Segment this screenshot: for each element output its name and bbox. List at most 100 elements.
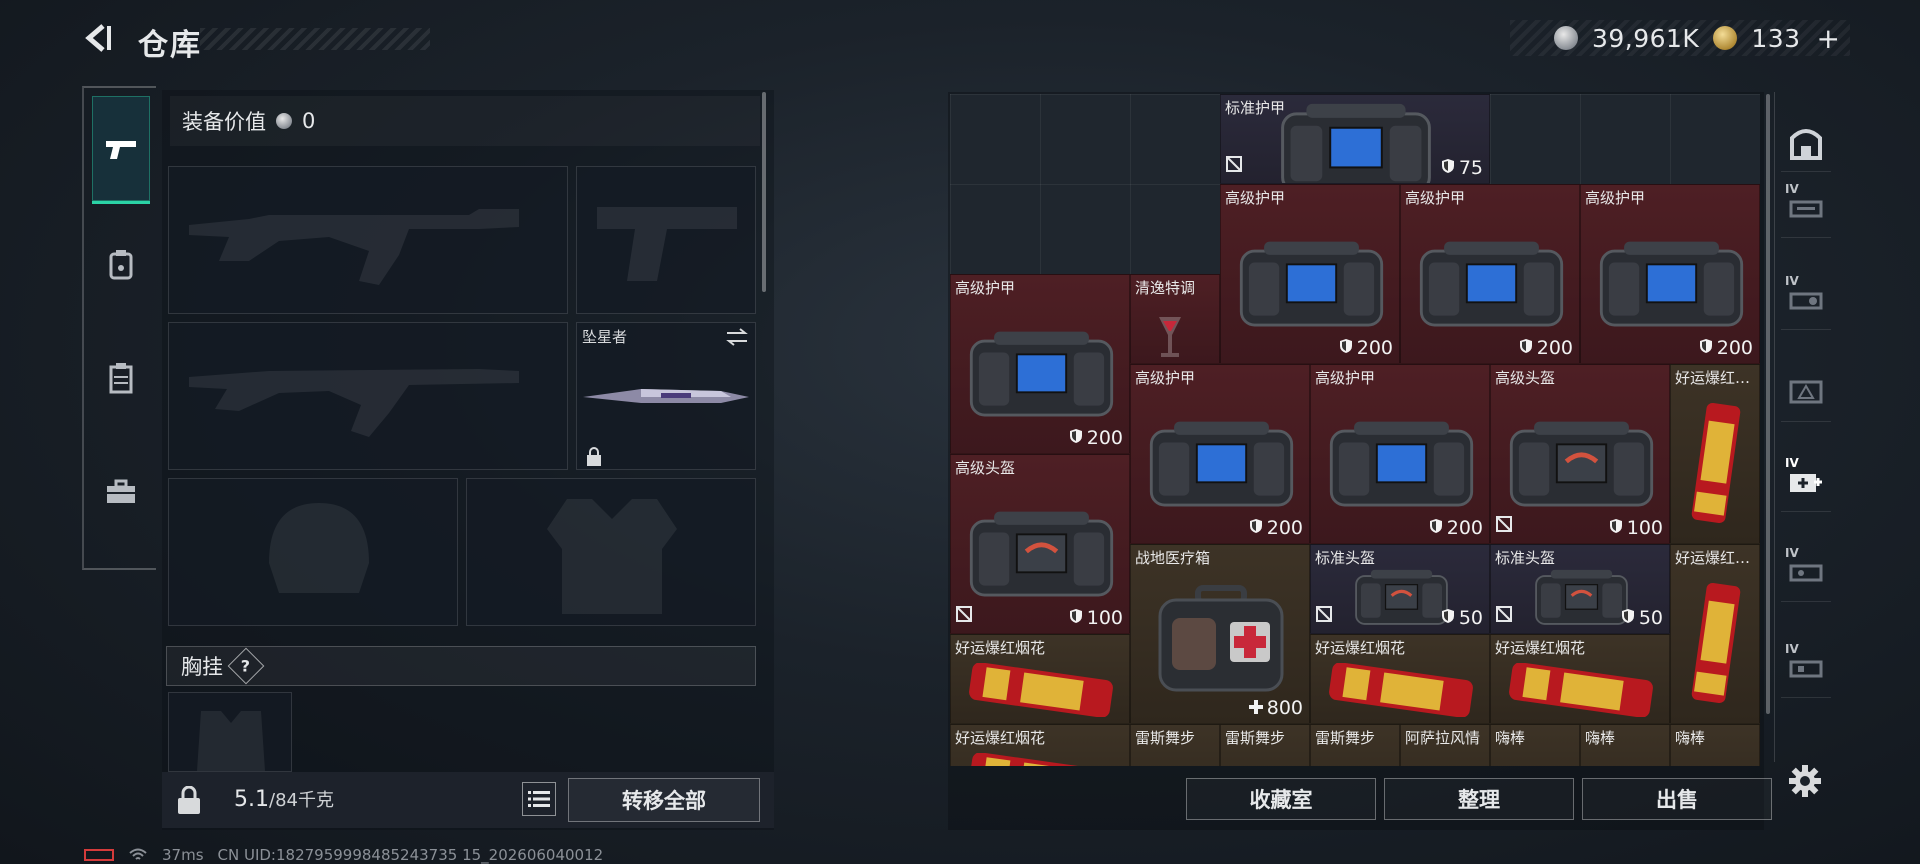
inventory-item[interactable]: 好运爆红… [1670, 364, 1760, 544]
settings-gear-icon[interactable] [1788, 764, 1822, 798]
inventory-item[interactable]: 高级护甲 200 [1400, 184, 1580, 364]
item-name: 雷斯舞步 [1315, 729, 1376, 747]
item-value: 100 [1609, 517, 1663, 539]
chest-rig-slot[interactable] [168, 692, 292, 772]
secondary-rifle-slot[interactable] [168, 322, 568, 470]
tier-badge: IV [1785, 182, 1799, 196]
storage-tab-2[interactable]: IV [1781, 178, 1831, 238]
silver-coin-icon [276, 113, 292, 129]
item-name: 嗨棒 [1495, 729, 1526, 747]
inventory-item[interactable]: 战地医疗箱 800 [1130, 544, 1310, 724]
shield-icon [1519, 337, 1533, 359]
inventory-item[interactable]: 清逸特调 [1130, 274, 1220, 364]
item-name: 好运爆红烟花 [1315, 639, 1406, 657]
inventory-item[interactable]: 标准头盔 50 [1310, 544, 1490, 634]
inventory-item[interactable]: 标准护甲 75 [1220, 94, 1490, 184]
inventory-item[interactable]: 高级护甲 200 [1580, 184, 1760, 364]
inventory-item[interactable]: 高级头盔 100 [1490, 364, 1670, 544]
sell-button[interactable]: 出售 [1582, 778, 1772, 820]
silver-currency-value: 39,961K [1591, 23, 1700, 53]
backpack-lock-button[interactable] [166, 778, 212, 824]
storage-tab-7[interactable]: IV [1781, 638, 1831, 698]
storage-tab-4[interactable] [1781, 362, 1831, 422]
page-title: 仓库 [138, 28, 202, 63]
no-insure-icon [1495, 515, 1513, 537]
add-currency-button[interactable]: + [1817, 22, 1840, 55]
category-gear-tab[interactable] [92, 324, 150, 432]
inventory-item[interactable]: 好运爆红… [1670, 544, 1760, 724]
firework-icon [1691, 402, 1741, 524]
storage-tab-medical[interactable]: IV [1781, 452, 1831, 512]
item-name: 战地医疗箱 [1135, 549, 1211, 567]
list-view-button[interactable] [522, 782, 556, 816]
armor-bag-icon [1149, 421, 1293, 507]
cross-icon [1248, 697, 1263, 719]
item-value: 75 [1441, 157, 1483, 179]
category-weapons-tab[interactable] [92, 96, 150, 204]
inventory-item[interactable]: 雷斯舞步 [1220, 724, 1310, 766]
item-value-text: 200 [1446, 517, 1483, 539]
cocktail-icon [1335, 765, 1365, 766]
inventory-item[interactable]: 高级护甲 200 [1220, 184, 1400, 364]
item-name: 雷斯舞步 [1135, 729, 1196, 747]
collection-room-button[interactable]: 收藏室 [1186, 778, 1376, 820]
inventory-item[interactable]: 高级护甲 200 [1310, 364, 1490, 544]
armor-bag-icon [1599, 241, 1743, 327]
swap-icon[interactable] [725, 327, 749, 347]
inventory-scrollbar[interactable] [1766, 94, 1770, 714]
item-name: 高级护甲 [1585, 189, 1646, 207]
body-armor-slot[interactable] [466, 478, 756, 626]
category-rail [82, 86, 156, 570]
inventory-item[interactable]: 好运爆红烟花 [1310, 634, 1490, 724]
inventory-item[interactable]: 标准头盔 50 [1490, 544, 1670, 634]
weight-display: 5.1/84千克 [234, 786, 334, 812]
armor-bag-icon [1329, 421, 1473, 507]
item-value: 50 [1441, 607, 1483, 629]
tier-badge: IV [1785, 642, 1799, 656]
help-icon[interactable]: ? [227, 647, 265, 685]
storage-tab-6[interactable]: IV [1781, 542, 1831, 602]
title-stripe [200, 28, 430, 50]
armor-bag-icon [969, 331, 1113, 417]
item-name: 阿萨拉风情 [1405, 729, 1481, 747]
category-supplies-tab[interactable] [92, 438, 150, 546]
user-uid: CN UID:1827959998485243735 15_2026060400… [217, 846, 604, 864]
inventory-item[interactable]: 雷斯舞步 [1130, 724, 1220, 766]
inventory-item[interactable]: 高级头盔 100 [950, 454, 1130, 634]
wifi-icon [129, 848, 147, 860]
transfer-all-button[interactable]: 转移全部 [568, 778, 760, 822]
chest-rig-bar: 胸挂 ? [166, 646, 756, 686]
secondary-weapon-slot[interactable] [576, 166, 756, 314]
back-icon[interactable] [80, 20, 116, 56]
inventory-item[interactable]: 好运爆红烟花 [950, 634, 1130, 724]
cocktail-icon [1515, 765, 1545, 766]
melee-slot[interactable]: 坠星者 [576, 322, 756, 470]
shield-icon [1699, 337, 1713, 359]
inventory-item[interactable]: 嗨棒 [1580, 724, 1670, 766]
item-value-text: 50 [1638, 607, 1663, 629]
equipment-scrollbar[interactable] [762, 92, 766, 292]
storage-tab-main[interactable] [1781, 112, 1831, 172]
gun-case-icon [1789, 200, 1823, 217]
inventory-item[interactable]: 阿萨拉风情 [1400, 724, 1490, 766]
item-value: 200 [1699, 337, 1753, 359]
inventory-item[interactable]: 好运爆红烟花 [950, 724, 1130, 766]
helmet-bag-icon [1509, 421, 1653, 507]
inventory-item[interactable]: 嗨棒 [1490, 724, 1580, 766]
item-name: 高级护甲 [955, 279, 1016, 297]
inventory-item[interactable]: 嗨棒 [1670, 724, 1760, 766]
armor-bag-icon [1239, 241, 1383, 327]
item-value-text: 200 [1536, 337, 1573, 359]
organize-button[interactable]: 整理 [1384, 778, 1574, 820]
item-name: 高级护甲 [1315, 369, 1376, 387]
category-armor-tab[interactable] [92, 210, 150, 318]
inventory-item[interactable]: 高级护甲 200 [950, 274, 1130, 454]
primary-weapon-slot[interactable] [168, 166, 568, 314]
equipment-value-label: 装备价值 [182, 110, 266, 134]
inventory-item[interactable]: 高级护甲 200 [1130, 364, 1310, 544]
inventory-item[interactable]: 雷斯舞步 [1310, 724, 1400, 766]
storage-tab-3[interactable]: IV [1781, 270, 1831, 330]
firework-icon [1691, 582, 1741, 704]
inventory-item[interactable]: 好运爆红烟花 [1490, 634, 1670, 724]
helmet-slot[interactable] [168, 478, 458, 626]
